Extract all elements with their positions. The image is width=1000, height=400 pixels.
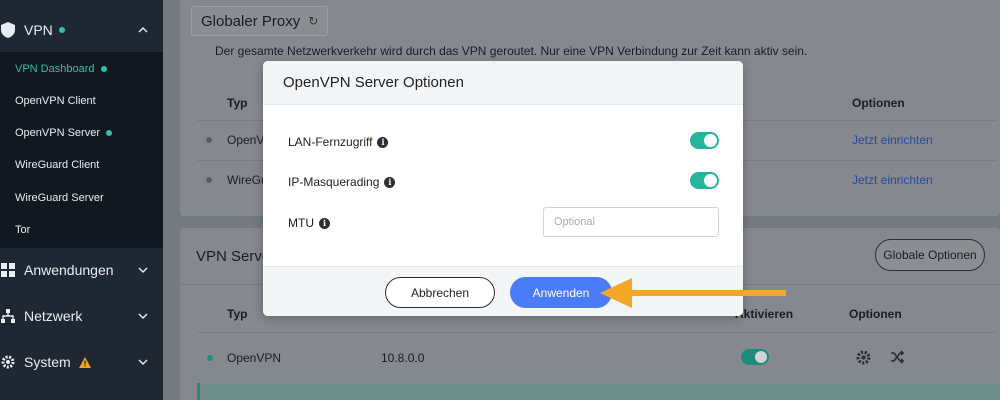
apps-grid-icon: [0, 262, 16, 278]
column-header-type: Typ: [227, 307, 248, 321]
sidebar-item-vpn[interactable]: VPN: [0, 22, 163, 38]
vpn-submenu: [0, 52, 163, 248]
proxy-description: Der gesamte Netzwerkverkehr wird durch d…: [215, 44, 808, 58]
column-header-options: Optionen: [849, 307, 902, 321]
status-dot: [100, 66, 107, 72]
global-options-button[interactable]: Globale Optionen: [875, 239, 985, 271]
sidebar-item-label: System: [24, 354, 71, 370]
divider: [197, 332, 997, 333]
cancel-button[interactable]: Abbrechen: [385, 277, 495, 308]
chevron-up-icon: [137, 24, 149, 36]
mtu-option: MTU i: [288, 216, 330, 230]
ip-masquerading-option: IP-Masquerading i: [288, 175, 396, 189]
info-icon[interactable]: i: [319, 217, 330, 229]
column-header-type: Typ: [227, 96, 248, 110]
shuffle-icon[interactable]: [890, 350, 905, 369]
refresh-icon: ↻: [308, 14, 319, 28]
server-card-title: VPN Serve: [196, 248, 271, 265]
apply-button[interactable]: Anwenden: [510, 277, 612, 308]
dialog-header: OpenVPN Server Optionen: [263, 61, 743, 105]
table-cell-type: OpenVPN: [227, 351, 282, 365]
sidebar-item-label: VPN Dashboard: [15, 63, 95, 75]
lan-access-toggle[interactable]: [690, 132, 719, 149]
sidebar-item-netzwerk[interactable]: Netzwerk: [0, 308, 163, 324]
shield-icon: [0, 22, 16, 38]
sidebar-item-label: WireGuard Server: [15, 192, 104, 204]
info-banner: [197, 383, 1000, 400]
lan-access-option: LAN-Fernzugriff i: [288, 135, 389, 149]
toggle-knob: [755, 351, 767, 363]
chevron-down-icon: [137, 310, 149, 322]
gear-icon[interactable]: [856, 350, 871, 370]
table-cell-type: WireGu: [227, 173, 268, 187]
toggle-knob: [704, 174, 717, 187]
sidebar-item-label: Tor: [15, 224, 31, 236]
global-proxy-label: Globaler Proxy: [201, 12, 301, 30]
sidebar-item-label: OpenVPN Client: [15, 95, 96, 107]
setup-link[interactable]: Jetzt einrichten: [852, 133, 933, 147]
chevron-down-icon: [137, 264, 149, 276]
sidebar-item-anwendungen[interactable]: Anwendungen: [0, 262, 163, 278]
gear-icon: [0, 354, 16, 370]
status-dot: [105, 130, 112, 136]
warning-icon: [78, 356, 91, 368]
setup-link[interactable]: Jetzt einrichten: [852, 173, 933, 187]
sidebar-item-label: Anwendungen: [24, 262, 114, 278]
option-label: LAN-Fernzugriff: [288, 135, 373, 149]
info-icon[interactable]: i: [377, 136, 389, 148]
status-dot: [206, 177, 212, 183]
status-dot: [206, 137, 212, 143]
sidebar-item-label: OpenVPN Server: [15, 127, 100, 139]
option-label: IP-Masquerading: [288, 175, 380, 189]
sidebar-item-label: WireGuard Client: [15, 159, 100, 171]
arrow-annotation-icon: [600, 277, 790, 309]
column-header-activate: Aktivieren: [735, 307, 794, 321]
sidebar-item-label: VPN: [24, 22, 53, 38]
chevron-down-icon: [137, 356, 149, 368]
global-proxy-button[interactable]: Globaler Proxy ↻: [191, 6, 328, 36]
table-cell-subnet: 10.8.0.0: [381, 351, 425, 365]
sidebar-item-label: Netzwerk: [24, 308, 83, 324]
sidebar-item-tor[interactable]: Tor: [15, 224, 30, 236]
sidebar-item-openvpn-server[interactable]: OpenVPN Server: [15, 127, 112, 139]
sidebar-item-vpn-dashboard[interactable]: VPN Dashboard: [15, 63, 107, 75]
sidebar-item-system[interactable]: System: [0, 354, 163, 370]
sidebar-item-wireguard-client[interactable]: WireGuard Client: [15, 159, 99, 171]
option-label: MTU: [288, 216, 314, 230]
network-icon: [0, 308, 16, 324]
activate-toggle[interactable]: [741, 349, 769, 365]
info-icon[interactable]: i: [384, 176, 396, 188]
dialog-title: OpenVPN Server Optionen: [283, 74, 464, 91]
sidebar-item-wireguard-server[interactable]: WireGuard Server: [15, 192, 104, 204]
toggle-knob: [704, 134, 717, 147]
sidebar-item-openvpn-client[interactable]: OpenVPN Client: [15, 95, 96, 107]
status-dot: [207, 355, 213, 361]
sidebar: VPN VPN Dashboard OpenVPN Client OpenVPN…: [0, 0, 163, 400]
ip-masquerading-toggle[interactable]: [690, 172, 719, 189]
column-header-options: Optionen: [852, 96, 905, 110]
mtu-input[interactable]: [543, 207, 719, 237]
status-dot: [58, 27, 65, 33]
